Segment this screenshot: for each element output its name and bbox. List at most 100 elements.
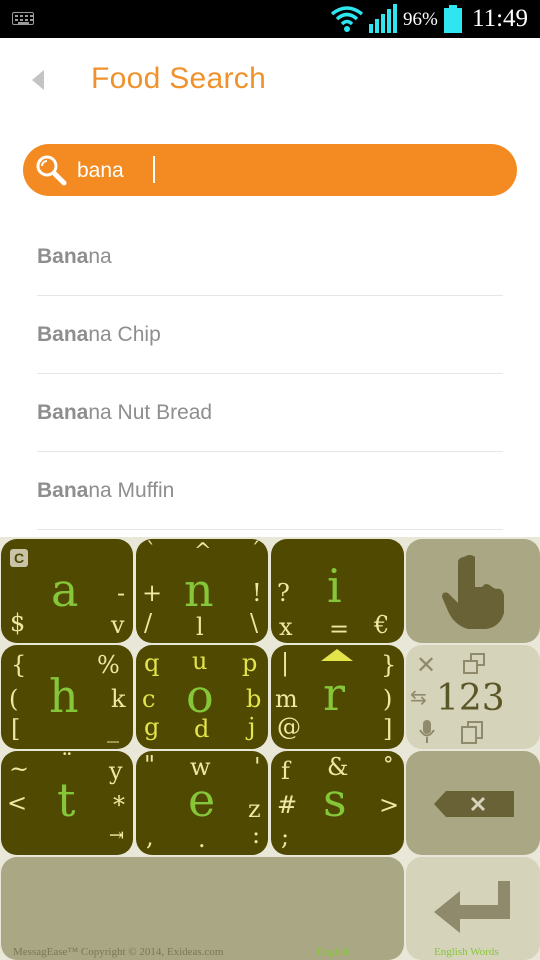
- back-arrow-icon[interactable]: [32, 70, 44, 90]
- key-alt: *: [113, 791, 125, 819]
- key-r[interactable]: | } m r ) @ ]: [271, 645, 404, 749]
- key-main: t: [57, 773, 76, 827]
- wifi-icon: [330, 6, 364, 32]
- signal-icon: [369, 4, 397, 33]
- key-alt: f: [281, 757, 290, 785]
- key-t[interactable]: ~ ¨ y < t * ⇥: [1, 751, 133, 855]
- numbers-key[interactable]: ✕ ⇆ 123: [406, 645, 540, 749]
- key-i[interactable]: ? i x = €: [271, 539, 404, 643]
- battery-icon: [444, 5, 462, 33]
- key-alt: #: [277, 791, 298, 819]
- search-input[interactable]: bana: [23, 144, 517, 196]
- key-o[interactable]: q u p c o b g d j: [136, 645, 268, 749]
- key-alt: <: [7, 789, 28, 817]
- rest-text: na Nut Bread: [88, 401, 213, 424]
- key-main: s: [323, 773, 347, 827]
- key-alt: |: [281, 649, 290, 677]
- key-alt: ': [254, 753, 261, 781]
- key-alt: d: [194, 715, 210, 743]
- keyboard-icon: [12, 12, 34, 25]
- close-icon: ✕: [416, 651, 437, 679]
- key-alt: =: [329, 615, 350, 643]
- key-alt: p: [242, 649, 258, 677]
- key-alt: /: [144, 609, 153, 637]
- key-alt: g: [144, 713, 160, 741]
- key-alt: x: [279, 613, 293, 641]
- enter-icon: [434, 881, 510, 933]
- key-main: o: [186, 669, 214, 723]
- key-alt: ): [383, 685, 393, 713]
- key-alt: ,: [146, 823, 154, 851]
- tab-icon: ⇥: [109, 825, 125, 846]
- rest-text: na Muffin: [88, 479, 175, 502]
- key-alt: ~: [9, 755, 30, 783]
- caps-icon: C: [10, 549, 28, 567]
- key-alt: y: [109, 757, 123, 785]
- key-alt: °: [383, 753, 394, 777]
- backspace-button[interactable]: [406, 751, 540, 855]
- key-alt: `: [146, 539, 157, 563]
- match-text: Bana: [37, 401, 89, 424]
- key-alt: €: [374, 611, 390, 639]
- results-list: Banana Banana Chip Banana Nut Bread Bana…: [0, 218, 540, 530]
- key-alt: q: [144, 649, 160, 677]
- rest-text: na Chip: [88, 323, 161, 346]
- key-a[interactable]: C a - $ v: [1, 539, 133, 643]
- list-item[interactable]: Banana Nut Bread: [0, 374, 540, 452]
- key-alt: b: [246, 685, 262, 713]
- key-alt: ?: [277, 579, 290, 607]
- key-alt: v: [111, 611, 125, 639]
- key-alt: j: [248, 713, 256, 741]
- numbers-label: 123: [436, 678, 505, 719]
- screen: 96% 11:49 Food Search bana Banana Banana…: [0, 0, 540, 960]
- copyright-text: MessagEase™ Copyright © 2014, Exideas.co…: [13, 946, 224, 958]
- key-main: n: [184, 563, 214, 617]
- list-item[interactable]: Banana: [0, 218, 540, 296]
- key-main: i: [327, 559, 342, 613]
- swap-icon: ⇆: [410, 685, 427, 709]
- messagease-keyboard: C a - $ v ` ^ ´ + n ! / l \ ? i x = € {…: [0, 537, 540, 960]
- key-main: r: [323, 667, 345, 721]
- key-alt: }: [381, 651, 397, 679]
- list-item[interactable]: Banana Muffin: [0, 452, 540, 530]
- list-item[interactable]: Banana Chip: [0, 296, 540, 374]
- key-alt: ": [144, 751, 156, 779]
- key-alt: c: [142, 685, 156, 713]
- resize-icon: [463, 653, 485, 674]
- key-s[interactable]: f & ° # s > ;: [271, 751, 404, 855]
- key-alt: >: [379, 791, 400, 819]
- text-caret: [153, 156, 155, 183]
- key-n[interactable]: ` ^ ´ + n ! / l \: [136, 539, 268, 643]
- key-alt: z: [248, 795, 261, 823]
- shift-up-icon: [321, 649, 353, 661]
- battery-percent: 96%: [403, 9, 438, 30]
- key-alt: !: [252, 579, 262, 607]
- key-alt: [: [11, 715, 21, 743]
- enter-button[interactable]: English Words: [406, 857, 540, 960]
- dictionary-label: English Words: [434, 946, 499, 958]
- key-main: e: [188, 773, 216, 827]
- touch-mode-button[interactable]: [406, 539, 540, 643]
- key-alt: .: [198, 825, 206, 853]
- clock: 11:49: [472, 5, 529, 32]
- match-text: Bana: [37, 479, 89, 502]
- match-text: Bana: [37, 323, 89, 346]
- key-main: a: [51, 563, 79, 617]
- key-alt: (: [9, 685, 19, 713]
- key-h[interactable]: { % ( h k [ _: [1, 645, 133, 749]
- key-e[interactable]: " w ' e z , . :: [136, 751, 268, 855]
- hand-pointer-icon: [442, 555, 504, 629]
- key-alt: :: [252, 821, 261, 849]
- key-alt: -: [117, 579, 126, 607]
- key-alt: l: [196, 613, 204, 641]
- search-icon: [36, 155, 67, 186]
- match-text: Bana: [37, 245, 89, 268]
- key-alt: ´: [250, 539, 261, 563]
- rest-text: na: [88, 245, 112, 268]
- key-alt: ^: [194, 539, 212, 563]
- search-value: bana: [77, 159, 124, 182]
- status-bar: 96% 11:49: [0, 0, 540, 38]
- backspace-icon: [434, 791, 514, 817]
- space-bar[interactable]: MessagEase™ Copyright © 2014, Exideas.co…: [1, 857, 404, 960]
- key-alt: \: [250, 609, 259, 637]
